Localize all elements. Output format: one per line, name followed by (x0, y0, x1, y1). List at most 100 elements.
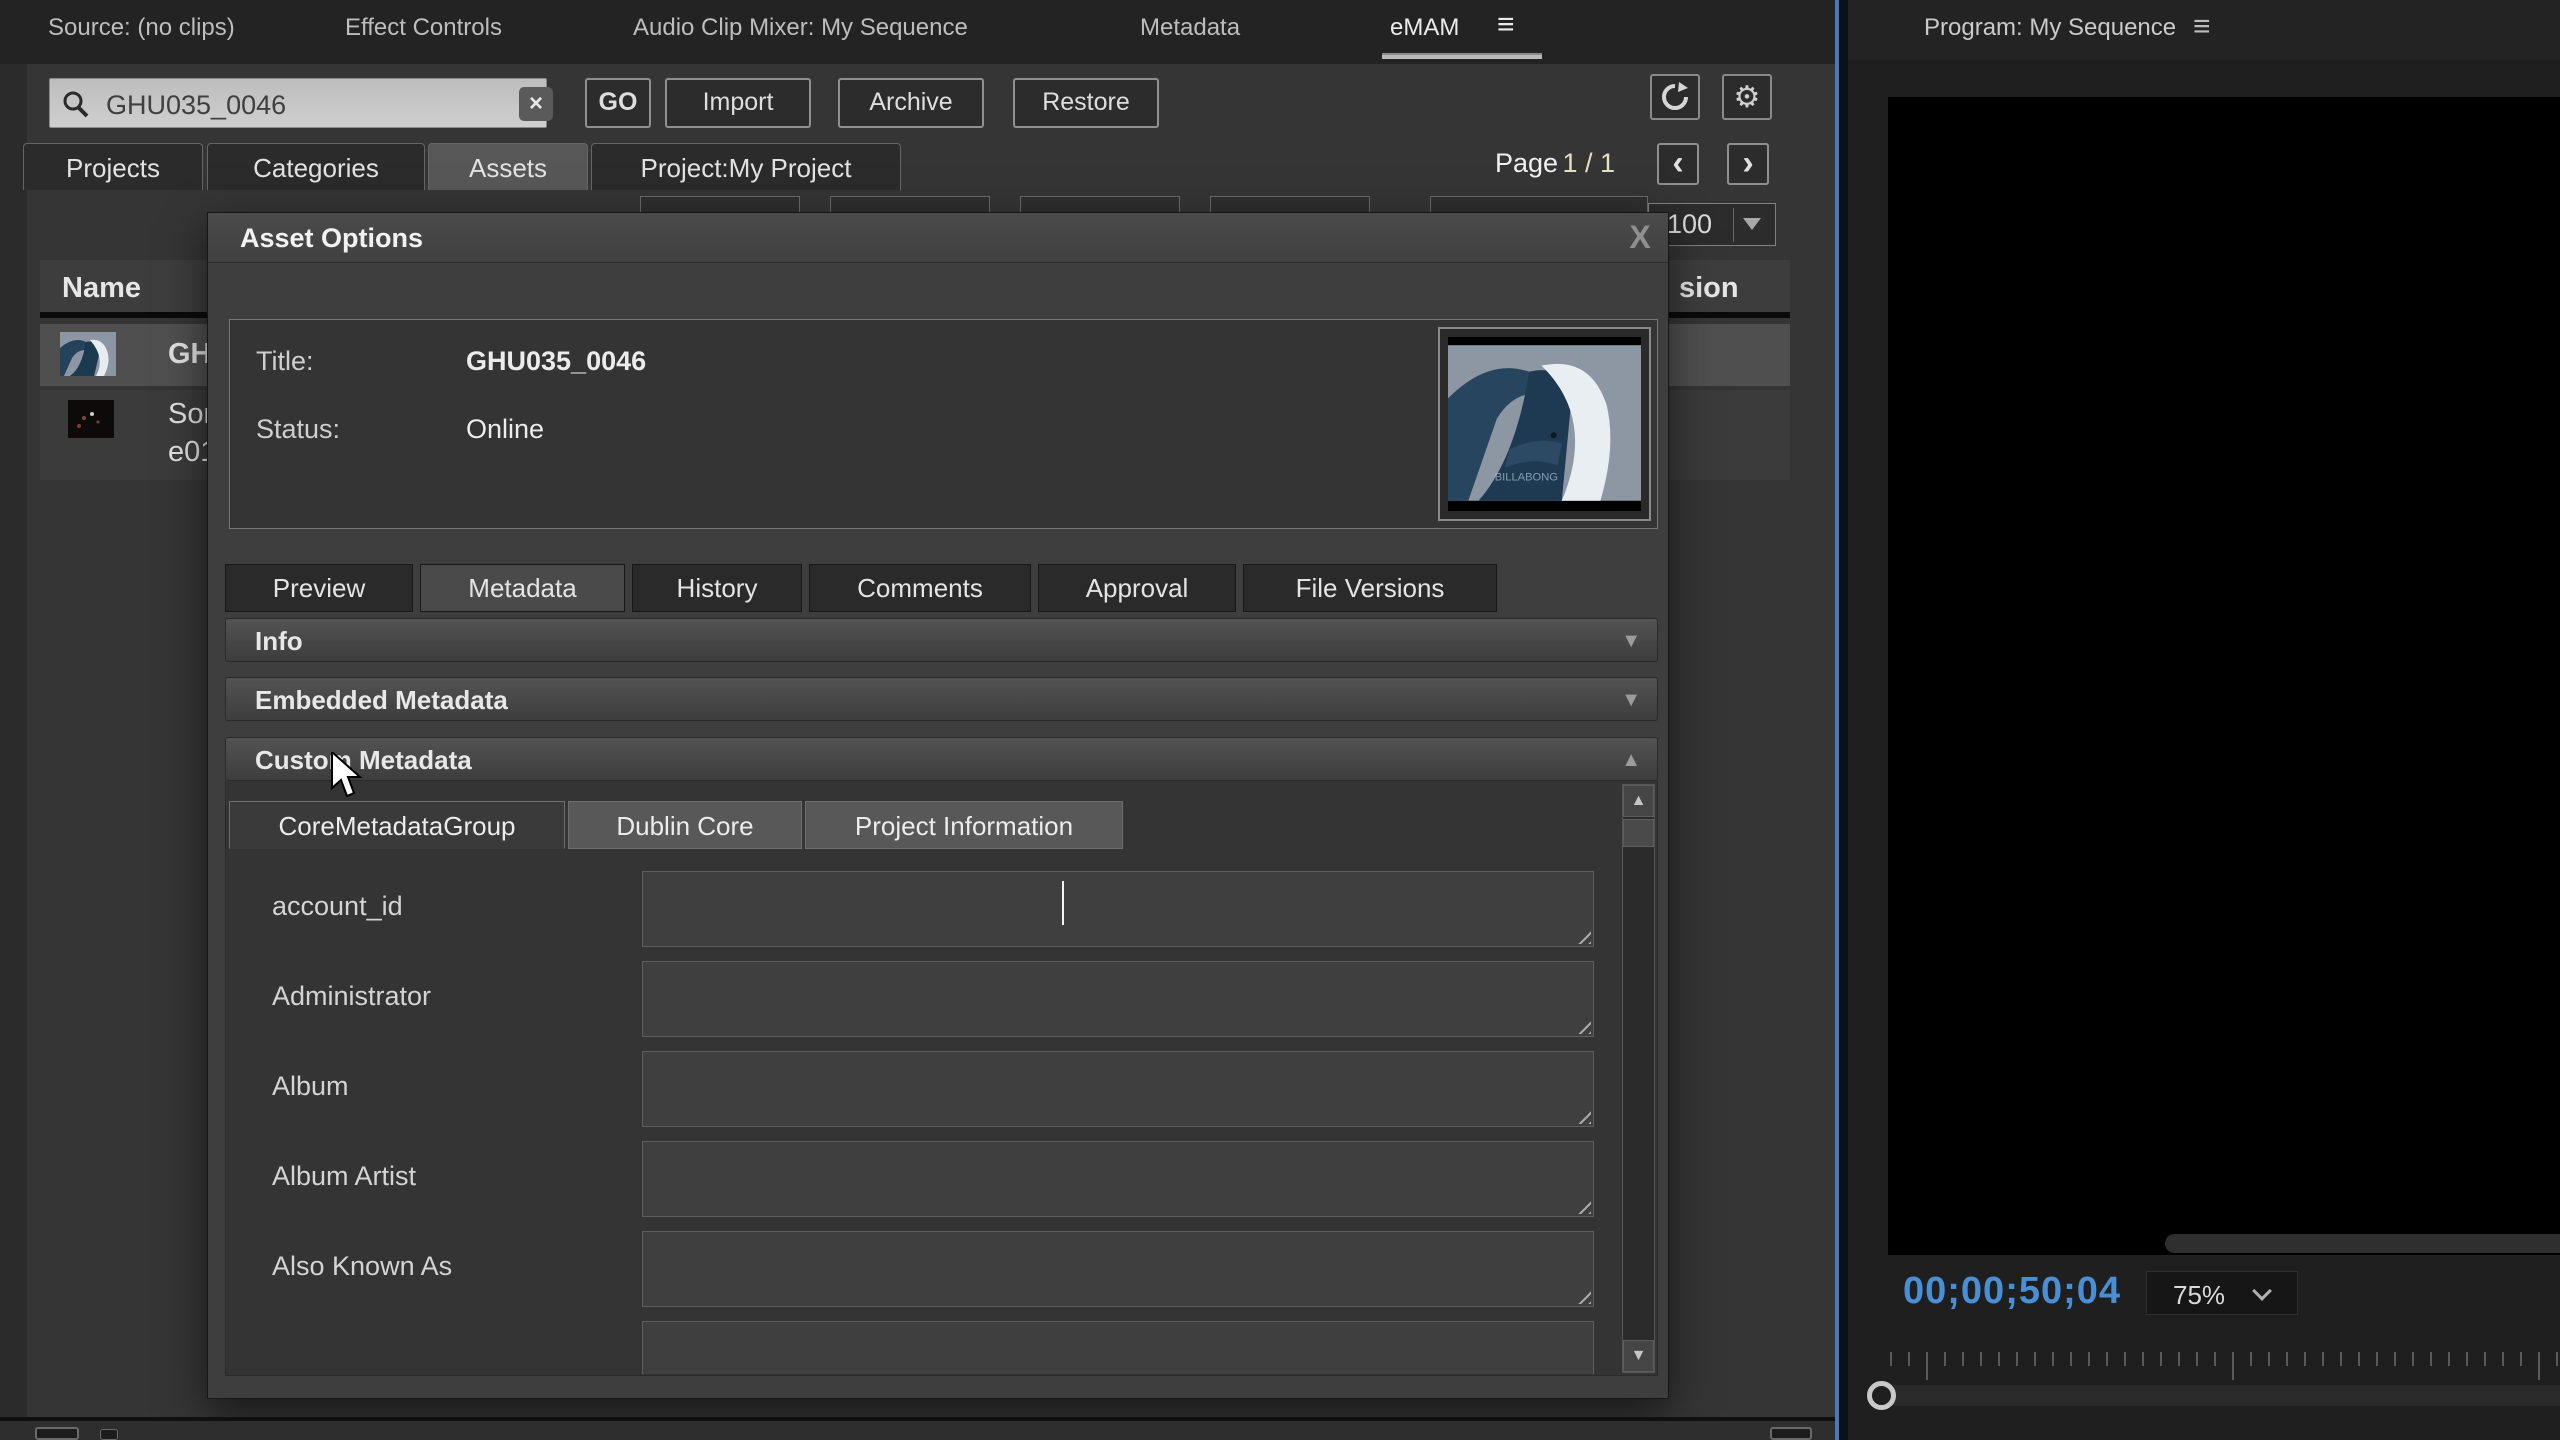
asset-options-dialog: Asset Options X Title: GHU035_0046 Statu… (207, 212, 1669, 1399)
close-icon[interactable]: X (1620, 219, 1660, 257)
field-label-album-artist: Album Artist (272, 1161, 416, 1192)
metadata-scrollbar[interactable]: ▲ ▼ (1622, 784, 1655, 1373)
resize-grip-icon[interactable] (1576, 929, 1591, 944)
background-toolbar-button (830, 196, 990, 212)
ruler-tick (2286, 1352, 2288, 1366)
nav-tab-assets[interactable]: Assets (428, 143, 588, 190)
ruler-tick (2322, 1352, 2324, 1366)
restore-button[interactable]: Restore (1013, 78, 1159, 128)
svg-text:BILLABONG: BILLABONG (1495, 471, 1558, 483)
field-input-administrator[interactable] (642, 961, 1594, 1037)
dialog-tab-file-versions[interactable]: File Versions (1243, 564, 1497, 612)
mouse-cursor (330, 752, 364, 800)
resize-grip-icon[interactable] (1576, 1109, 1591, 1124)
resize-grip-icon[interactable] (1576, 1289, 1591, 1304)
accordion-custom-metadata[interactable]: Custom Metadata ▲ (225, 737, 1658, 781)
playhead-handle[interactable] (1867, 1381, 1896, 1410)
prev-page-button[interactable]: ‹ (1657, 143, 1699, 185)
active-tab-underline (1382, 53, 1542, 59)
archive-button[interactable]: Archive (838, 78, 984, 128)
ruler-tick (1926, 1352, 1928, 1380)
clear-search-button[interactable]: × (519, 87, 553, 121)
dialog-header[interactable]: Asset Options X (208, 213, 1668, 263)
field-label-administrator: Administrator (272, 981, 431, 1012)
scroll-down-icon[interactable]: ▼ (1623, 1340, 1654, 1372)
panel-corner-icon[interactable] (100, 1429, 118, 1440)
dialog-title: Asset Options (240, 223, 423, 254)
search-value: GHU035_0046 (106, 90, 286, 121)
field-input-album[interactable] (642, 1051, 1594, 1127)
video-horizontal-scrollbar[interactable] (2165, 1234, 2560, 1253)
ruler-tick (2016, 1352, 2018, 1366)
ruler-tick (1962, 1352, 1964, 1366)
accordion-label: Embedded Metadata (255, 685, 508, 716)
ruler-tick (2178, 1352, 2180, 1366)
background-toolbar-field (1430, 196, 1648, 212)
tab-program[interactable]: Program: My Sequence (1924, 14, 2176, 42)
panel-corner-icon[interactable] (35, 1427, 79, 1440)
metadata-group-tab-core[interactable]: CoreMetadataGroup (229, 801, 565, 849)
dialog-tab-history[interactable]: History (632, 564, 802, 612)
program-video-area[interactable] (1888, 97, 2560, 1255)
dialog-tab-comments[interactable]: Comments (809, 564, 1031, 612)
panel-menu-icon[interactable]: ≡ (1497, 10, 1515, 40)
timeline-ruler[interactable] (1890, 1352, 2560, 1382)
dialog-tab-approval[interactable]: Approval (1038, 564, 1236, 612)
field-label-album: Album (272, 1071, 349, 1102)
status-value: Online (466, 414, 544, 445)
search-input[interactable]: GHU035_0046 × (49, 78, 547, 128)
resize-grip-icon[interactable] (1576, 1199, 1591, 1214)
metadata-group-tab-dublin-core[interactable]: Dublin Core (568, 801, 802, 849)
ruler-tick (2520, 1352, 2522, 1366)
refresh-button[interactable] (1650, 74, 1700, 120)
chevron-down-icon: ▼ (1621, 630, 1641, 653)
go-button[interactable]: GO (585, 78, 651, 128)
background-toolbar-button (1020, 196, 1180, 212)
zoom-level-dropdown[interactable]: 75% (2146, 1271, 2298, 1315)
column-header-name[interactable]: Name (62, 272, 141, 305)
ruler-tick (1980, 1352, 1982, 1366)
ruler-tick (2106, 1352, 2108, 1366)
nav-tab-project-my-project[interactable]: Project:My Project (591, 143, 901, 190)
tab-emam[interactable]: eMAM (1390, 14, 1459, 42)
field-input-account-id[interactable] (642, 871, 1594, 947)
tab-metadata[interactable]: Metadata (1140, 14, 1240, 42)
background-toolbar-button (1210, 196, 1370, 212)
dialog-tab-metadata[interactable]: Metadata (420, 564, 625, 612)
status-label: Status: (256, 414, 340, 445)
next-page-button[interactable]: › (1727, 143, 1769, 185)
ruler-tick (2070, 1352, 2072, 1366)
nav-tab-projects[interactable]: Projects (23, 143, 203, 190)
text-caret (1062, 881, 1064, 925)
metadata-group-tab-project-information[interactable]: Project Information (805, 801, 1123, 849)
scrollbar-thumb[interactable] (1623, 819, 1654, 847)
nav-tab-categories[interactable]: Categories (207, 143, 425, 190)
accordion-info[interactable]: Info ▼ (225, 618, 1658, 662)
ruler-tick (2196, 1352, 2198, 1366)
tab-source[interactable]: Source: (no clips) (48, 14, 235, 42)
field-input-also-known-as[interactable] (642, 1231, 1594, 1307)
panel-menu-icon[interactable]: ≡ (2193, 12, 2211, 42)
timecode-display[interactable]: 00;00;50;04 (1903, 1270, 2121, 1313)
accordion-embedded-metadata[interactable]: Embedded Metadata ▼ (225, 677, 1658, 721)
resize-grip-icon[interactable] (1576, 1019, 1591, 1034)
ruler-tick (1908, 1352, 1910, 1366)
dialog-tab-preview[interactable]: Preview (225, 564, 413, 612)
field-input-album-artist[interactable] (642, 1141, 1594, 1217)
import-button[interactable]: Import (665, 78, 811, 128)
field-label-account-id: account_id (272, 891, 403, 922)
field-input-partial[interactable] (642, 1321, 1594, 1374)
ruler-tick (2232, 1352, 2234, 1380)
ruler-tick (2160, 1352, 2162, 1366)
ruler-tick (2358, 1352, 2360, 1366)
tab-effect-controls[interactable]: Effect Controls (345, 14, 502, 42)
panel-corner-icon[interactable] (1770, 1427, 1812, 1440)
scroll-up-icon[interactable]: ▲ (1623, 785, 1654, 817)
tab-audio-clip-mixer[interactable]: Audio Clip Mixer: My Sequence (633, 14, 968, 42)
settings-button[interactable]: ⚙ (1722, 74, 1772, 120)
scrubber-track[interactable] (1885, 1385, 2560, 1406)
page-size-value: 100 (1667, 209, 1712, 240)
program-header: Program: My Sequence ≡ (1848, 0, 2560, 60)
zoom-level-value: 75% (2173, 1280, 2225, 1311)
refresh-icon (1660, 82, 1690, 112)
